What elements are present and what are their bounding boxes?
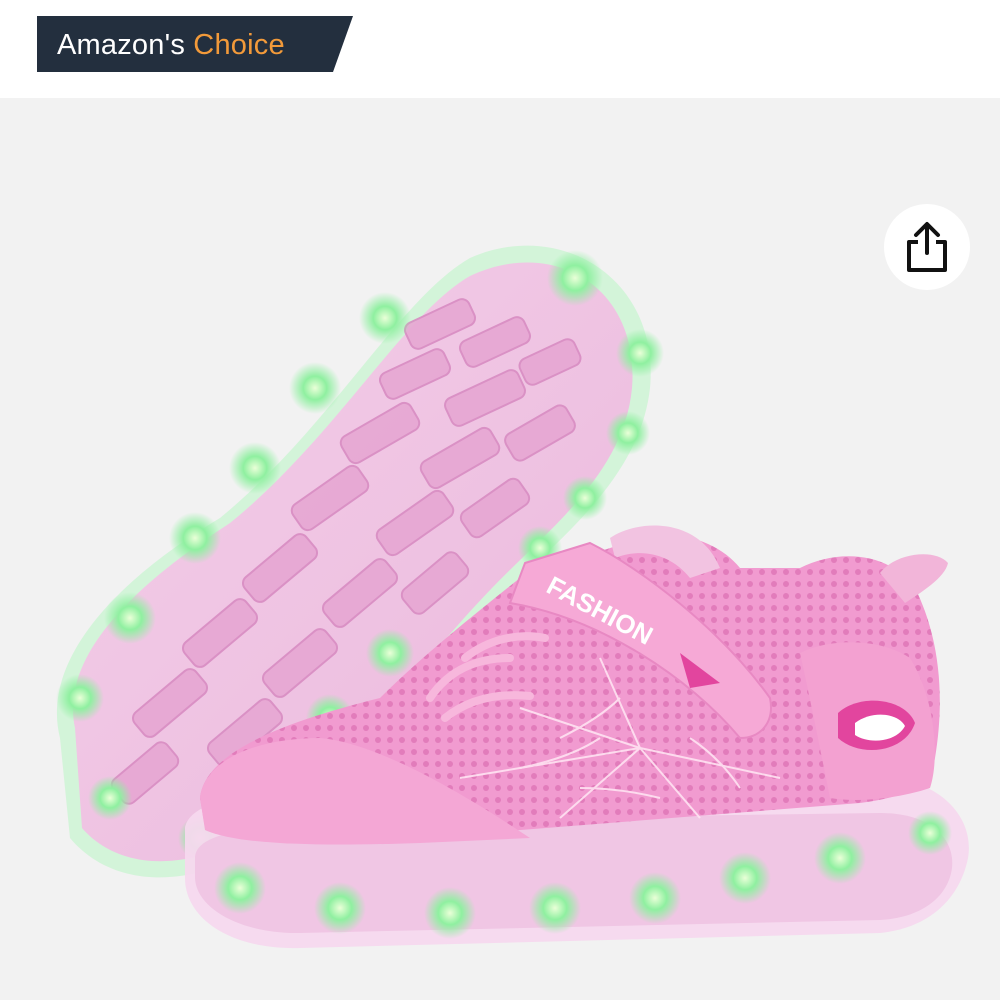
share-icon <box>907 222 947 272</box>
top-bar: Amazon's Choice <box>0 0 1000 98</box>
share-button[interactable] <box>884 204 970 290</box>
amazons-choice-badge: Amazon's Choice <box>37 16 353 72</box>
badge-choice-text: Choice <box>193 29 285 61</box>
product-image-area[interactable]: FASHION <box>0 98 1000 1000</box>
product-image[interactable]: FASHION <box>0 98 1000 1000</box>
badge-text: Amazon's Choice <box>57 16 285 72</box>
badge-brand-text: Amazon's <box>57 29 186 61</box>
